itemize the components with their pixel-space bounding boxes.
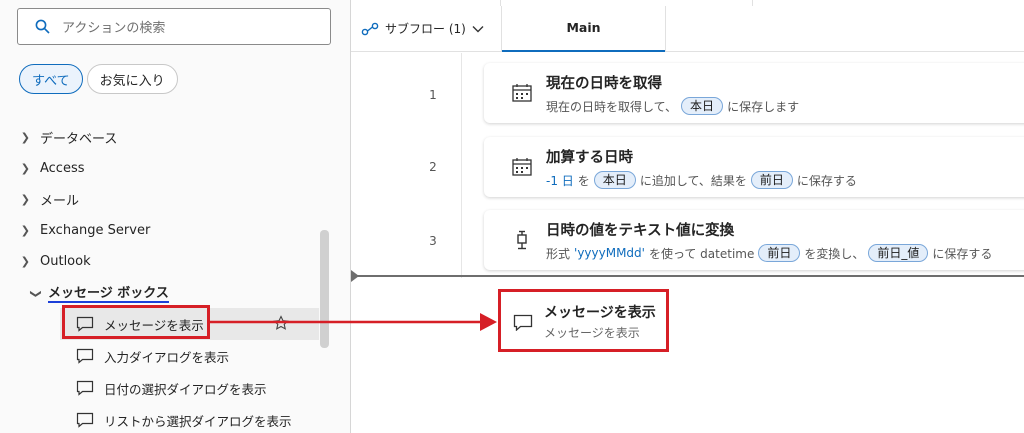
chevron-right-icon: ❯ (20, 255, 30, 268)
variable-token[interactable]: 本日 (681, 97, 724, 115)
desc-text: に保存する (932, 246, 993, 261)
desc-text: に保存する (796, 173, 857, 188)
chevron-right-icon: ❯ (20, 162, 30, 175)
group-label: メッセージ ボックス (48, 282, 169, 303)
convert-icon (517, 230, 527, 250)
item-label: 入力ダイアログを表示 (104, 349, 230, 365)
tree-group[interactable]: ❯ Access (0, 153, 322, 184)
flow-end-marker (351, 270, 359, 282)
desc-text: を (577, 173, 590, 188)
group-label: Access (40, 161, 85, 176)
chevron-down-icon: ❯ (29, 289, 43, 299)
subflow-label: サブフロー (1) (385, 22, 466, 36)
group-label: Exchange Server (40, 223, 151, 238)
tree-item[interactable]: 入力ダイアログを表示 (0, 340, 322, 372)
tree-group[interactable]: ❯ Outlook (0, 246, 322, 277)
chevron-right-icon: ❯ (20, 193, 30, 206)
action-description: 現在の日時を取得して、 本日 に保存します (546, 97, 799, 115)
subflow-dropdown[interactable]: サブフロー (1) (351, 6, 501, 52)
action-card[interactable]: 加算する日時 -1 日 を 本日 に追加して、結果を 前日 に保存する (484, 137, 1024, 197)
message-icon (76, 412, 94, 428)
tree-group[interactable]: ❯ Exchange Server (0, 215, 322, 246)
search-input[interactable]: アクションの検索 (17, 8, 331, 45)
flow-canvas: 1 現在の日時を取得 現在の日時を取得して、 本日 に保存します 2 加算する日… (351, 53, 1024, 433)
flow-end-line (351, 275, 1024, 277)
tree-group[interactable]: ❯ メール (0, 184, 322, 215)
actions-pane: アクションの検索 すべて お気に入り ❯ データベース ❯ Access ❯ メール … (0, 0, 350, 433)
calendar-icon (512, 84, 532, 102)
row-number: 2 (429, 160, 437, 174)
item-label: 日付の選択ダイアログを表示 (104, 381, 267, 397)
action-card[interactable]: 現在の日時を取得 現在の日時を取得して、 本日 に保存します (484, 63, 1024, 123)
value-text: 'yyyyMMdd' (574, 246, 645, 260)
highlight-box (62, 305, 210, 339)
value-text: -1 日 (546, 173, 574, 188)
desc-text: 現在の日時を取得して、 (546, 99, 678, 114)
chevron-down-icon (472, 25, 484, 32)
group-label: Outlook (40, 254, 91, 269)
star-icon[interactable] (273, 315, 289, 331)
drag-preview-card[interactable]: メッセージを表示 メッセージを表示 (498, 289, 669, 352)
gutter-line (461, 53, 462, 278)
search-icon (35, 19, 50, 34)
chevron-right-icon: ❯ (20, 131, 30, 144)
scrollbar-thumb[interactable] (320, 230, 329, 348)
subflow-icon (361, 22, 379, 35)
actions-tree: ❯ データベース ❯ Access ❯ メール ❯ Exchange Server ❯ O… (0, 122, 322, 433)
group-label: データベース (40, 132, 118, 147)
filter-favorites[interactable]: お気に入り (86, 64, 178, 94)
action-title: 現在の日時を取得 (546, 76, 662, 92)
action-description: -1 日 を 本日 に追加して、結果を 前日 に保存する (546, 171, 857, 189)
item-label: リストから選択ダイアログを表示 (104, 413, 292, 429)
variable-token[interactable]: 前日 (758, 244, 801, 262)
drag-preview-description: メッセージを表示 (544, 326, 640, 340)
tree-group[interactable]: ❯ データベース (0, 122, 322, 153)
desc-text: に追加して、結果を (639, 173, 747, 188)
tree-item[interactable]: リストから選択ダイアログを表示 (0, 404, 322, 433)
action-card[interactable]: 日時の値をテキスト値に変換 形式 'yyyyMMdd' を使って datetim… (484, 210, 1024, 270)
variable-token[interactable]: 前日_値 (868, 244, 929, 262)
tab-divider (665, 5, 666, 52)
action-title: 日時の値をテキスト値に変換 (546, 223, 735, 239)
desc-text: 形式 (546, 246, 571, 261)
calendar-icon (512, 158, 532, 176)
action-title: 加算する日時 (546, 150, 633, 166)
row-number: 3 (429, 234, 437, 248)
message-icon (513, 314, 533, 331)
drag-preview-title: メッセージを表示 (544, 305, 656, 321)
group-label: メール (40, 194, 80, 209)
tab-bar: サブフロー (1) Main (351, 5, 1024, 52)
tree-item[interactable]: 日付の選択ダイアログを表示 (0, 372, 322, 404)
tree-group-message-box[interactable]: ❯ メッセージ ボックス (0, 277, 322, 308)
tab-main[interactable]: Main (502, 6, 665, 52)
chevron-right-icon: ❯ (20, 224, 30, 237)
filter-pills: すべて お気に入り (19, 64, 178, 94)
variable-token[interactable]: 前日 (750, 171, 793, 189)
action-description: 形式 'yyyyMMdd' を使って datetime 前日 を変換し、 前日_… (546, 244, 992, 262)
search-placeholder: アクションの検索 (62, 21, 166, 36)
message-icon (76, 380, 94, 396)
message-icon (76, 348, 94, 364)
app-root: アクションの検索 すべて お気に入り ❯ データベース ❯ Access ❯ メール … (0, 0, 1024, 433)
desc-text: を変換し、 (804, 246, 865, 261)
desc-text: を使って datetime (648, 246, 755, 261)
filter-all[interactable]: すべて (19, 64, 83, 94)
variable-token[interactable]: 本日 (593, 171, 636, 189)
row-number: 1 (429, 88, 437, 102)
desc-text: に保存します (727, 99, 800, 114)
